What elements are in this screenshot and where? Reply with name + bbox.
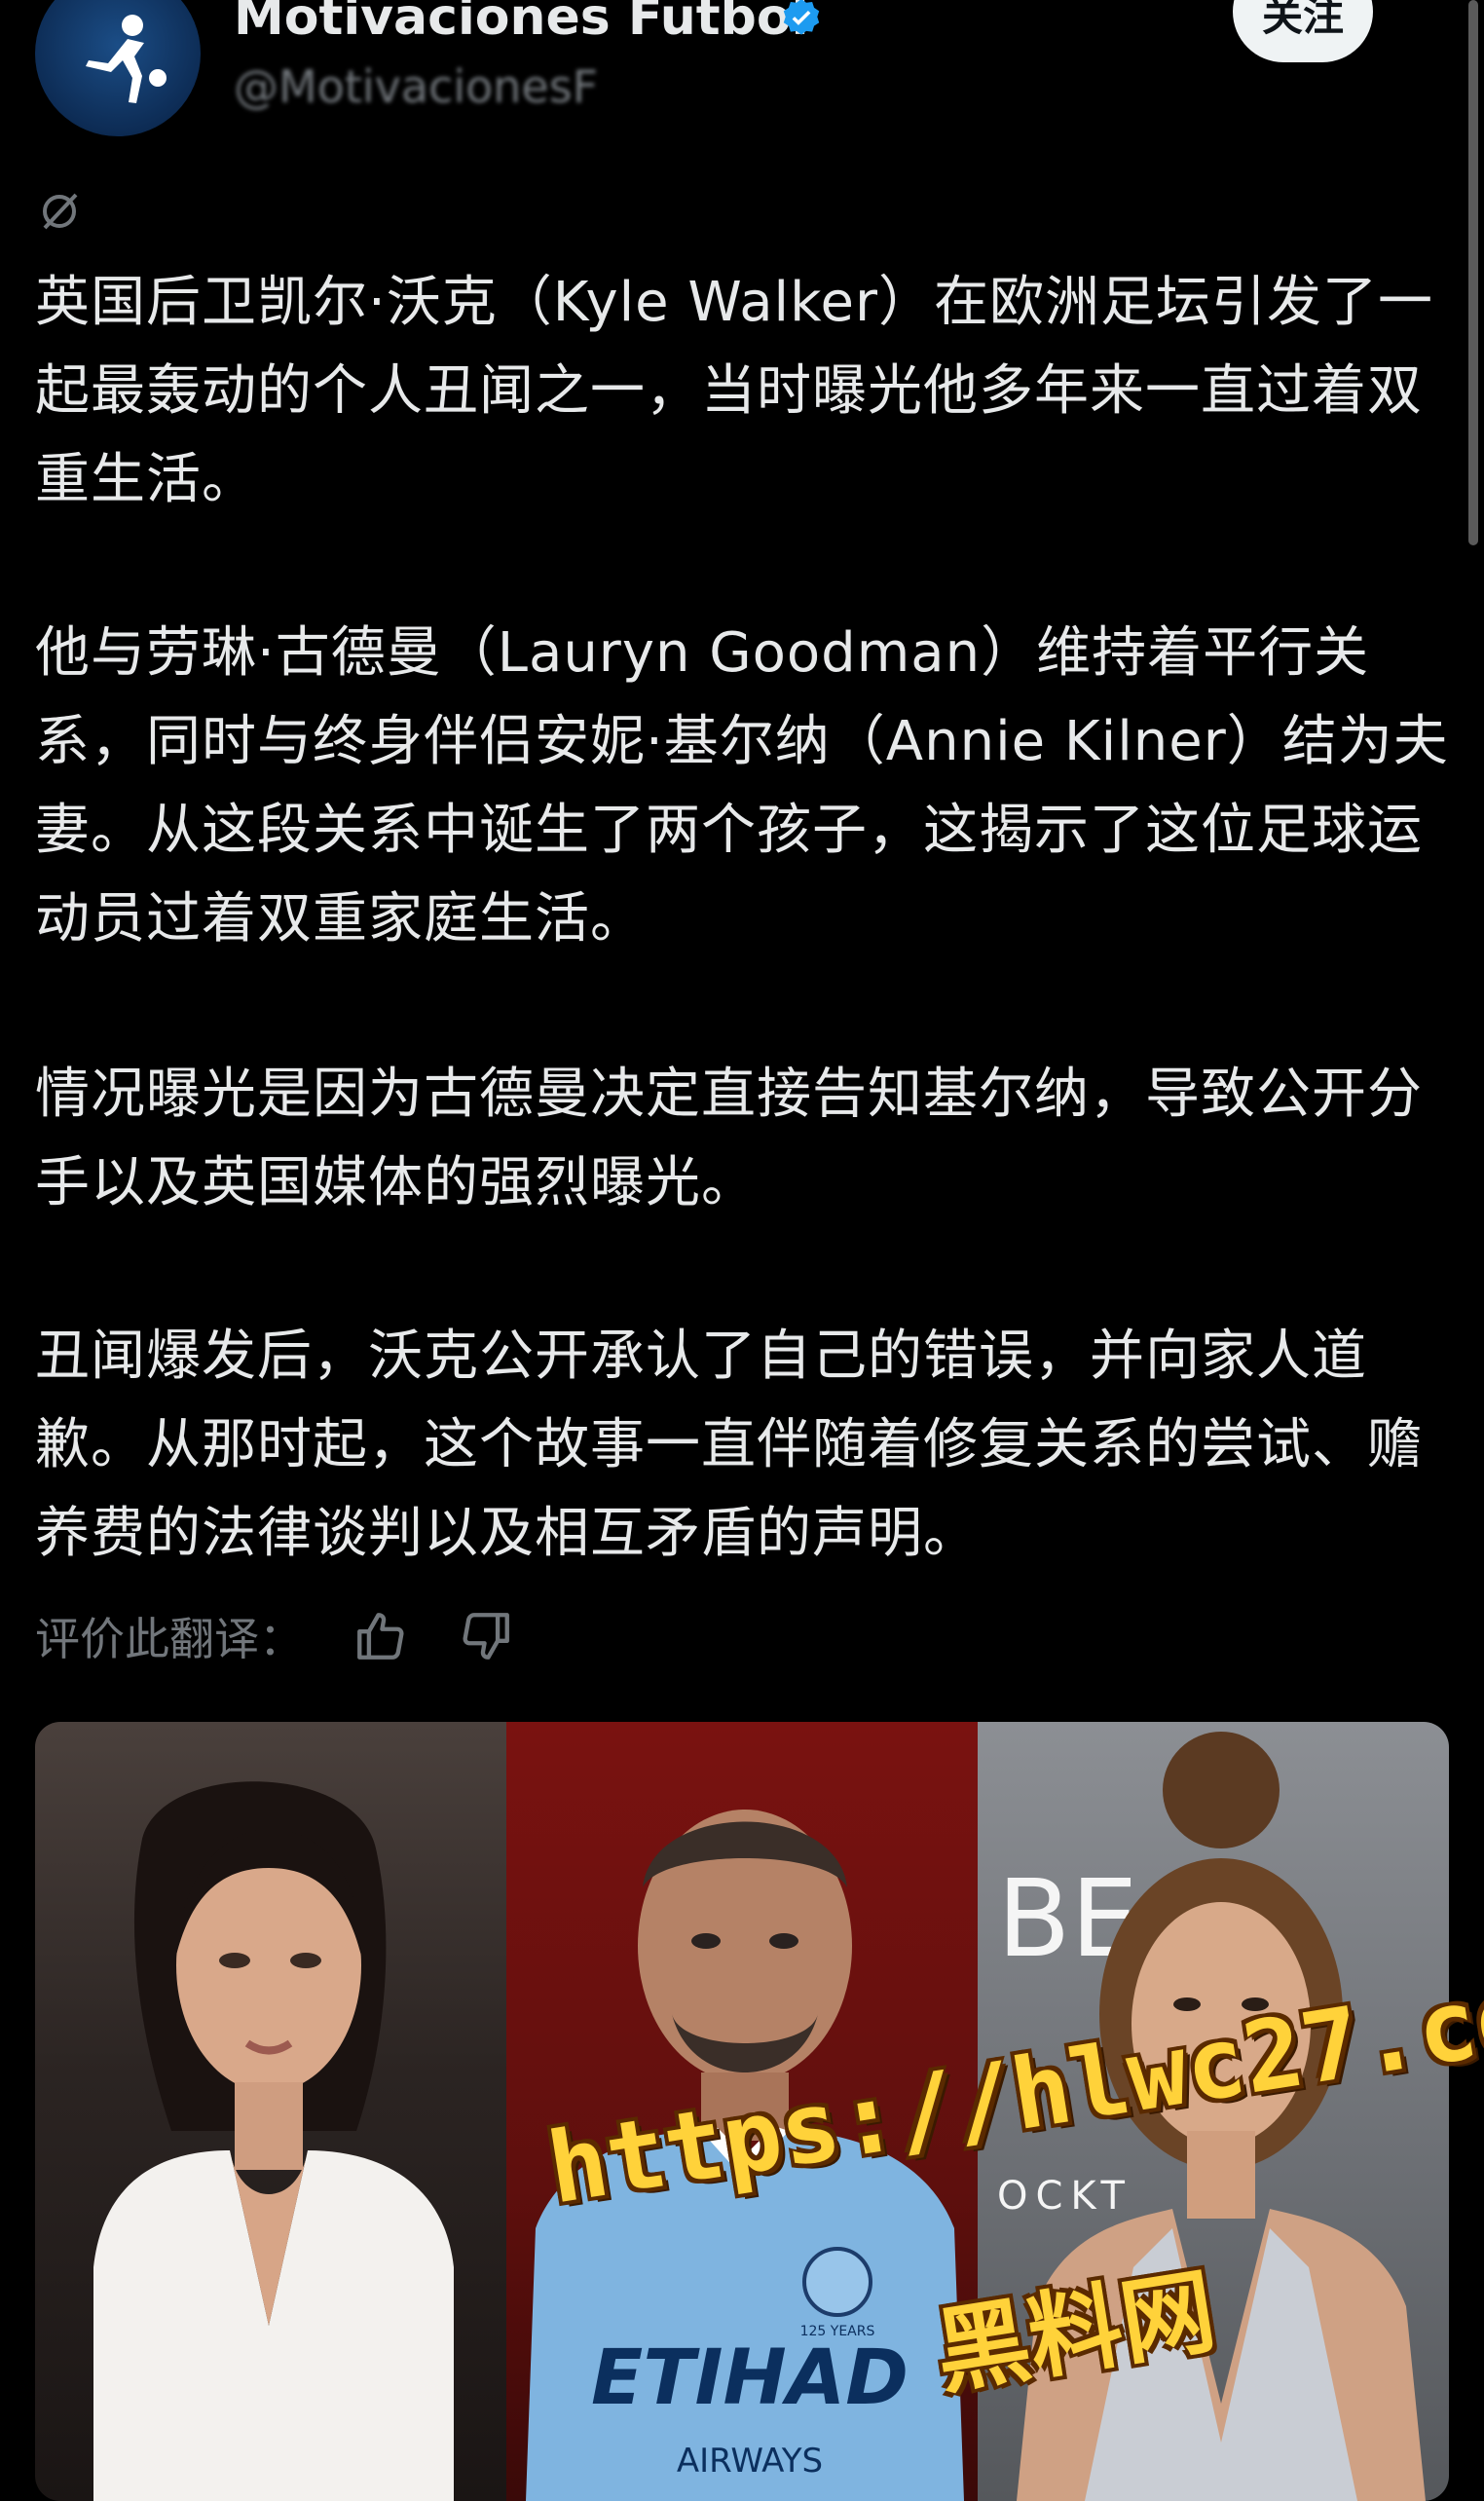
post-paragraph: 情况曝光是因为古德曼决定直接告知基尔纳，导致公开分手以及英国媒体的强烈曝光。: [35, 1063, 1423, 1214]
post-paragraph: 英国后卫凯尔·沃克（Kyle Walker）在欧洲足坛引发了一起最轰动的个人丑闻…: [35, 271, 1433, 511]
thumbs-down-icon[interactable]: [458, 1608, 514, 1664]
jersey-sponsor-text: ETIHAD: [591, 2334, 909, 2422]
verified-badge-icon: [783, 0, 820, 35]
author-avatar[interactable]: [35, 0, 201, 136]
backdrop-text: OCKT: [997, 2174, 1132, 2219]
post-paragraph: 他与劳琳·古德曼（Lauryn Goodman）维持着平行关系，同时与终身伴侣安…: [35, 621, 1449, 951]
author-handle: @MotivacionesF: [234, 60, 599, 113]
post-paragraph: 丑闻爆发后，沃克公开承认了自己的错误，并向家人道歉。从那时起，这个故事一直伴随着…: [35, 1325, 1423, 1565]
scrollbar[interactable]: [1468, 0, 1478, 545]
author-display-name[interactable]: Motivaciones Futbol: [234, 0, 808, 47]
rate-translation-label: 评价此翻译：: [35, 1613, 304, 1665]
translate-icon: [43, 193, 78, 230]
rate-translation-row: 评价此翻译：: [35, 1602, 514, 1670]
soccer-player-icon: [86, 15, 167, 103]
follow-button[interactable]: 关注: [1233, 0, 1373, 62]
thumbs-up-icon[interactable]: [352, 1608, 409, 1664]
jersey-sponsor-subtext: AIRWAYS: [677, 2442, 823, 2481]
photo-left: [35, 1722, 506, 2501]
woman-white-dress-figure: [93, 1781, 454, 2501]
